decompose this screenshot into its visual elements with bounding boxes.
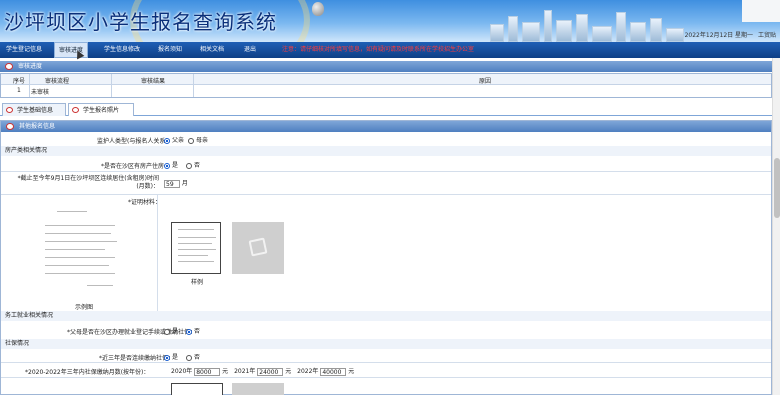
unit-label: 元: [285, 368, 292, 375]
no-label: 否: [193, 162, 200, 169]
yes-label: 是: [172, 354, 179, 361]
ss-question: *近三年是否连续缴纳社保：: [99, 355, 175, 362]
group-employment: 务工就业相关情况: [1, 311, 771, 321]
current-date: 2022年12月12日 星期一: [684, 32, 754, 39]
tab-photo[interactable]: 学生报名照片: [68, 103, 134, 116]
radio-house-no[interactable]: [185, 162, 192, 169]
info-tabs: 学生基础信息 学生报名照片: [0, 103, 780, 116]
nav-registration-notice[interactable]: 报名须知: [154, 42, 186, 58]
progress-table: 序号 审核流程 审核结果 原因 1 未审核: [0, 73, 772, 98]
radio-work-no[interactable]: [185, 328, 192, 335]
radio-ss-no[interactable]: [185, 354, 192, 361]
city-skyline-decoration: [480, 8, 700, 42]
corner-panel: [742, 0, 780, 22]
house-question: *是否在沙区有房产住房：: [101, 163, 171, 170]
years-inputs: 2020年 8000 元 2021年 24000 元 2022年 40000 元: [171, 366, 354, 376]
mother-label: 母亲: [195, 137, 208, 144]
tab-icon: [72, 107, 79, 113]
col-flow: 审核流程: [45, 78, 70, 85]
tab-icon: [6, 107, 13, 113]
yes-label: 是: [172, 162, 179, 169]
row-flow: 未审核: [31, 89, 50, 96]
months-question: *截止至今年9月1日在沙坪坝区连续居住(含租房)时间(月数)：: [17, 175, 159, 190]
tab-photo-label: 学生报名照片: [83, 107, 120, 114]
year-2020-label: 2020年: [171, 368, 193, 375]
months-input[interactable]: 59: [164, 179, 180, 188]
nav-logout[interactable]: 退出: [240, 42, 260, 58]
yes-label: 是: [172, 328, 179, 335]
image-placeholder-icon[interactable]: [232, 222, 284, 274]
doc-caption: 样例: [191, 279, 204, 286]
page-scrollbar[interactable]: [772, 58, 780, 395]
uploaded-document-thumb[interactable]: [171, 222, 221, 274]
balloon-icon: [312, 2, 324, 16]
user-name: 工贸贴: [757, 32, 776, 39]
nav-student-edit[interactable]: 学生信息修改: [100, 42, 144, 58]
unit-label: 元: [348, 368, 355, 375]
sample-document-image: [37, 205, 125, 301]
radio-ss-yes[interactable]: [164, 354, 170, 361]
months-unit: 月: [181, 180, 188, 187]
years-question: *2020-2022年三年内社保缴纳月数(按年份)：: [25, 369, 150, 376]
progress-section-header: 审核进度: [0, 61, 772, 72]
year-2021-label: 2021年: [234, 368, 256, 375]
col-index: 序号: [13, 78, 26, 85]
radio-father[interactable]: [164, 137, 170, 144]
guardian-label: 监护人类型(与报名人关系)：: [97, 138, 174, 145]
col-result: 审核结果: [141, 78, 166, 85]
image-placeholder-icon[interactable]: [232, 383, 284, 395]
col-reason: 原因: [479, 78, 492, 85]
tab-basic-info-label: 学生基础信息: [17, 107, 54, 114]
date-info: 2022年12月12日 星期一 工贸贴: [682, 30, 776, 39]
nav-student-register[interactable]: 学生登记信息: [2, 42, 46, 58]
nav-notice: 注意：请仔细核对所填写信息，如有疑问请及时联系所在学校招生办公室: [282, 46, 475, 53]
year-2021-input[interactable]: 24000: [257, 367, 284, 376]
no-label: 否: [193, 354, 200, 361]
unit-label: 元: [222, 368, 229, 375]
sample-caption: 示例图: [75, 304, 94, 311]
house-options: 是 否: [164, 160, 200, 169]
nav-related-docs[interactable]: 相关文档: [196, 42, 228, 58]
year-2022-label: 2022年: [297, 368, 319, 375]
scrollbar-thumb[interactable]: [774, 158, 780, 218]
radio-house-yes[interactable]: [164, 162, 170, 169]
form-area: 其他报名信息 监护人类型(与报名人关系)： 父亲 母亲 房产类相关情况 *是否在…: [0, 120, 772, 395]
table-row: 1 未审核: [1, 85, 771, 96]
group-social-security: 社保情况: [1, 339, 771, 349]
tab-basic-info[interactable]: 学生基础信息: [2, 103, 66, 116]
main-nav: 学生登记信息 审核进度 学生信息修改 报名须知 相关文档 退出 注意：请仔细核对…: [0, 42, 780, 58]
form-section-title: 其他报名信息: [19, 123, 56, 130]
radio-work-yes[interactable]: [164, 328, 170, 335]
group-housing: 房产类相关情况: [1, 146, 771, 156]
no-label: 否: [193, 328, 200, 335]
work-options: 是 否: [164, 326, 200, 335]
progress-section-title: 审核进度: [18, 63, 43, 70]
months-input-group: 59 月: [164, 178, 188, 188]
section-icon: [6, 123, 14, 130]
progress-table-header: 序号 审核流程 审核结果 原因: [1, 74, 771, 85]
ss-options: 是 否: [164, 352, 200, 361]
section-icon: [5, 63, 13, 70]
father-label: 父亲: [172, 137, 185, 144]
radio-mother[interactable]: [187, 137, 194, 144]
year-2020-input[interactable]: 8000: [194, 367, 221, 376]
row-index: 1: [17, 87, 21, 94]
guardian-options: 父亲 母亲: [164, 135, 208, 144]
year-2022-input[interactable]: 40000: [320, 367, 347, 376]
app-title: 沙坪坝区小学生报名查询系统: [4, 10, 277, 34]
uploaded-document-thumb[interactable]: [171, 383, 223, 395]
header-banner: 沙坪坝区小学生报名查询系统 2022年12月12日 星期一 工贸贴: [0, 0, 780, 42]
form-section-header: 其他报名信息: [1, 121, 771, 132]
